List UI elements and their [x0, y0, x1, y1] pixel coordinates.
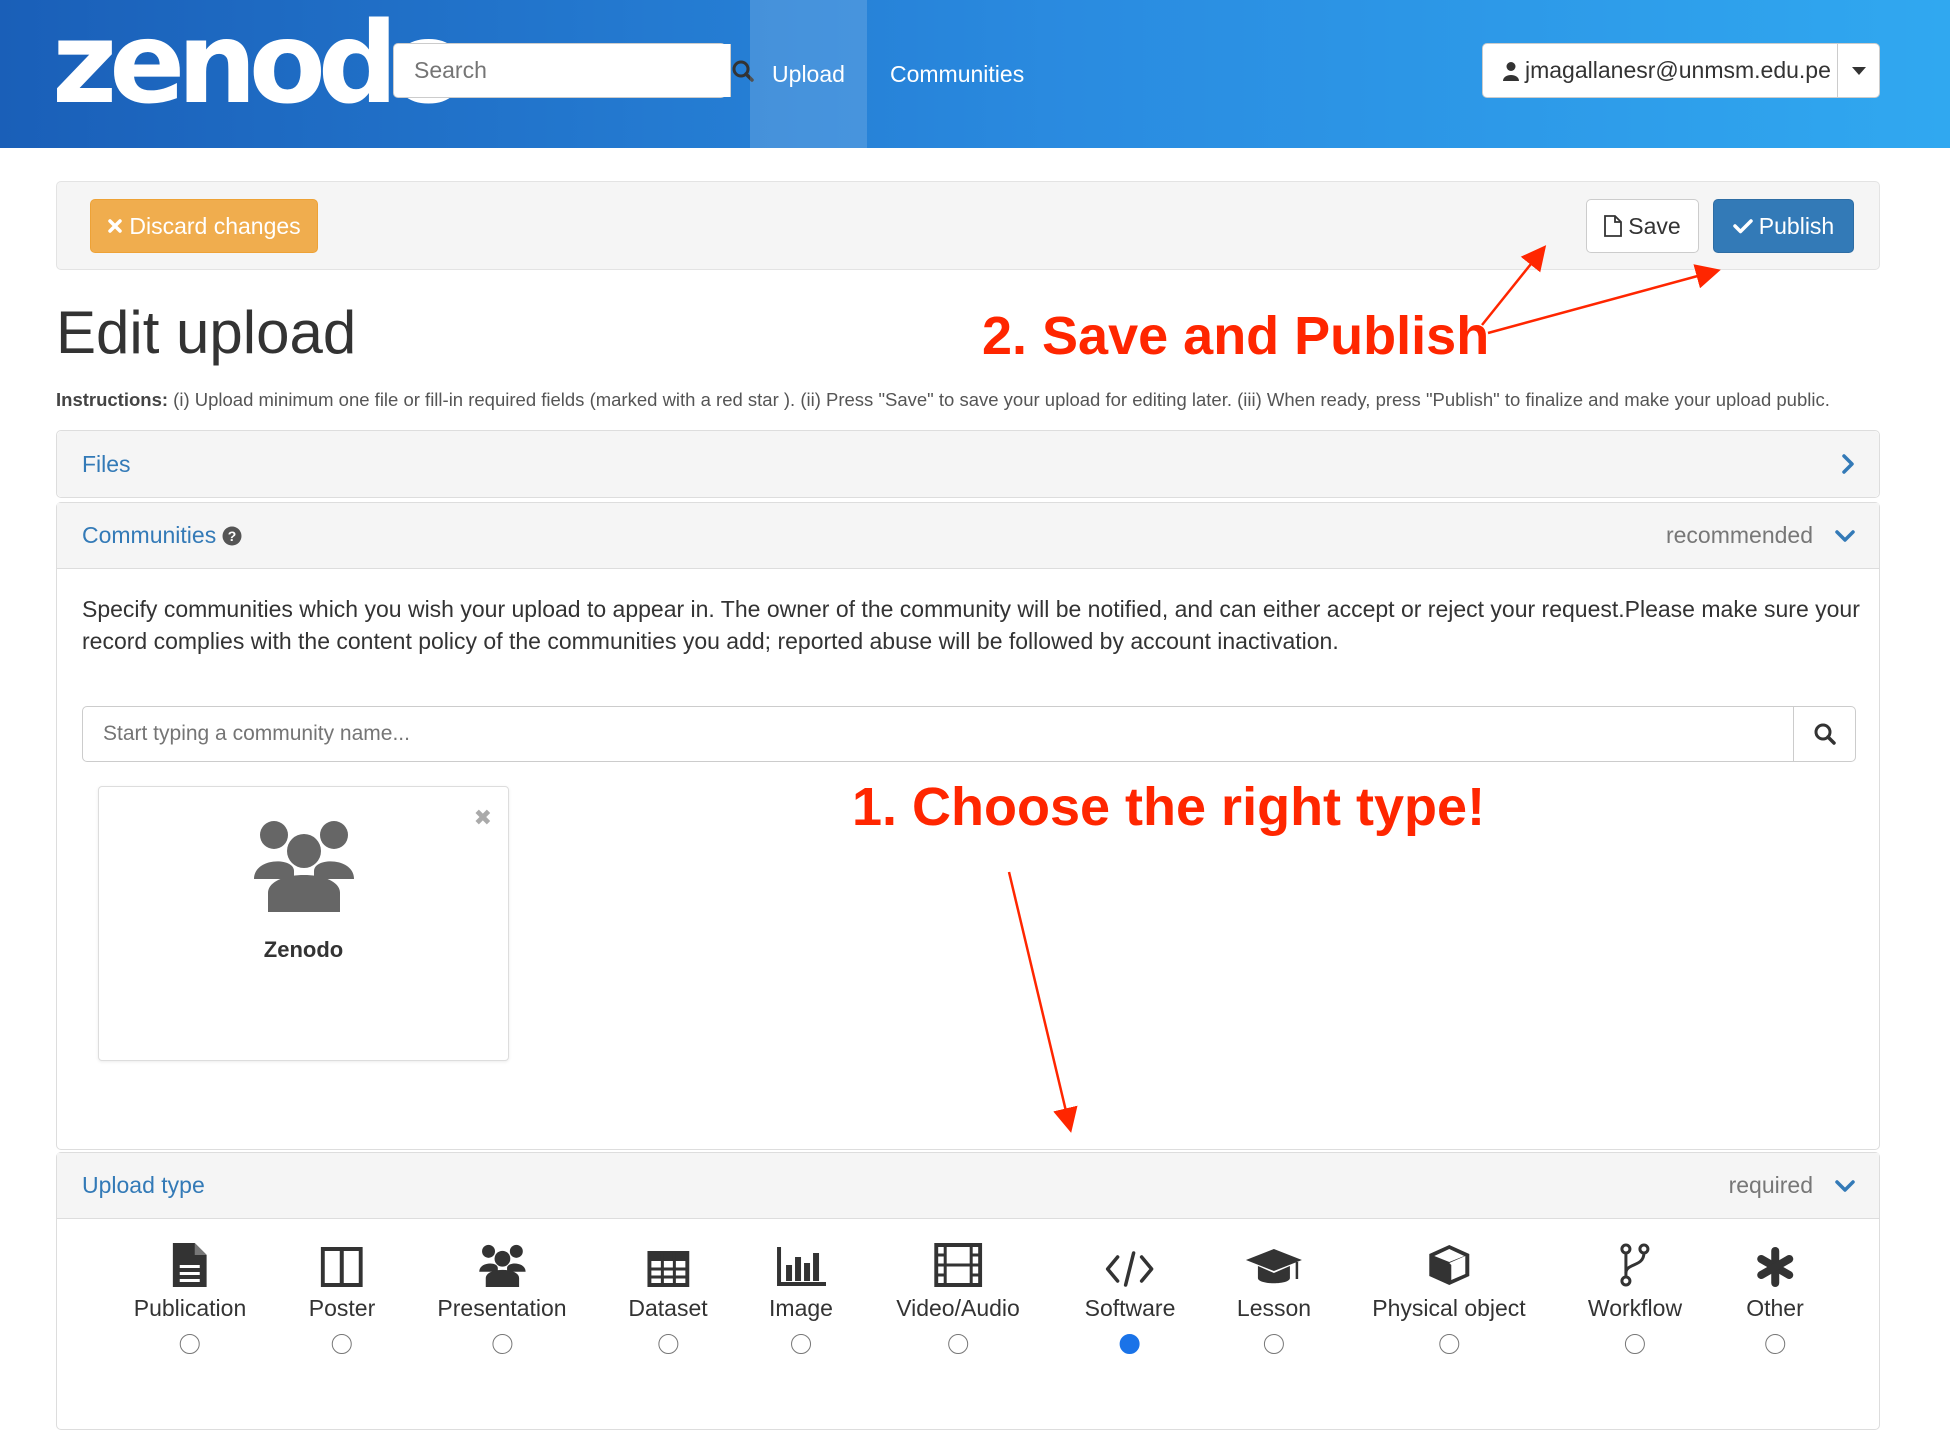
- type-option-physical-object[interactable]: Physical object: [1372, 1241, 1526, 1354]
- search-box: [393, 43, 754, 98]
- chevron-down-icon[interactable]: [1835, 529, 1855, 543]
- code-fork-icon: [1619, 1241, 1651, 1287]
- upload-type-status: required: [1728, 1172, 1813, 1198]
- type-radio[interactable]: [657, 1334, 678, 1354]
- table-icon: [646, 1241, 689, 1287]
- columns-icon: [320, 1241, 363, 1287]
- type-radio[interactable]: [1263, 1334, 1284, 1354]
- instructions: Instructions: (i) Upload minimum one fil…: [56, 389, 1830, 411]
- chevron-down-icon[interactable]: [1835, 1179, 1855, 1193]
- type-radio[interactable]: [1625, 1334, 1645, 1354]
- type-option-workflow[interactable]: Workflow: [1588, 1241, 1682, 1354]
- upload-type-options: Publication Poster Presentation Dataset …: [57, 1219, 1879, 1369]
- community-search-input[interactable]: [83, 707, 1793, 761]
- files-panel: Files: [56, 430, 1880, 498]
- user-menu-toggle[interactable]: [1837, 44, 1879, 97]
- type-option-image[interactable]: Image: [769, 1241, 833, 1354]
- type-option-presentation[interactable]: Presentation: [437, 1241, 567, 1354]
- code-icon: [1106, 1241, 1154, 1287]
- type-radio[interactable]: [180, 1334, 200, 1354]
- type-option-dataset[interactable]: Dataset: [628, 1241, 708, 1354]
- community-search-button[interactable]: [1793, 707, 1855, 761]
- type-radio[interactable]: [1765, 1334, 1785, 1354]
- film-icon: [934, 1241, 982, 1287]
- zenodo-logo[interactable]: zenodo: [52, 8, 467, 120]
- type-label: Presentation: [437, 1295, 567, 1321]
- type-label: Video/Audio: [896, 1295, 1020, 1321]
- type-label: Image: [769, 1295, 833, 1321]
- svg-text:?: ?: [228, 528, 237, 544]
- annotation-choose-type: 1. Choose the right type!: [852, 777, 1486, 837]
- type-radio-selected[interactable]: [1119, 1334, 1140, 1354]
- communities-panel-title[interactable]: Communities: [82, 522, 216, 549]
- publish-label: Publish: [1758, 212, 1835, 239]
- save-button[interactable]: Save: [1586, 199, 1699, 253]
- type-label: Publication: [133, 1295, 247, 1321]
- chevron-right-icon[interactable]: [1841, 454, 1855, 474]
- type-radio[interactable]: [791, 1334, 811, 1354]
- type-option-publication[interactable]: Publication: [133, 1241, 247, 1354]
- search-input[interactable]: [394, 44, 730, 97]
- user-menu-label[interactable]: jmagallanesr@unmsm.edu.pe: [1483, 44, 1837, 97]
- discard-changes-button[interactable]: Discard changes: [90, 199, 318, 253]
- type-radio[interactable]: [948, 1334, 968, 1354]
- bar-chart-icon: [776, 1241, 826, 1287]
- type-option-video-audio[interactable]: Video/Audio: [896, 1241, 1020, 1354]
- type-option-poster[interactable]: Poster: [309, 1241, 375, 1354]
- group-icon: [477, 1241, 527, 1287]
- instructions-label: Instructions:: [56, 389, 169, 410]
- upload-type-panel-header[interactable]: Upload type required: [57, 1153, 1879, 1219]
- remove-community-icon[interactable]: ✖: [474, 805, 492, 831]
- caret-down-icon: [1851, 66, 1866, 75]
- save-label: Save: [1628, 212, 1681, 239]
- type-label: Physical object: [1372, 1295, 1526, 1321]
- asterisk-icon: [1755, 1241, 1795, 1287]
- nav-upload[interactable]: Upload: [750, 0, 867, 148]
- discard-label: Discard changes: [129, 212, 301, 239]
- communities-status: recommended: [1665, 522, 1813, 548]
- type-option-other[interactable]: Other: [1746, 1241, 1804, 1354]
- search-icon: [1814, 723, 1836, 745]
- type-label: Dataset: [628, 1295, 708, 1321]
- navbar: zenodo Upload Communities jmagallanesr@u…: [0, 0, 1950, 148]
- file-text-icon: [173, 1241, 207, 1287]
- close-icon: [108, 219, 123, 233]
- nav-communities[interactable]: Communities: [890, 0, 1024, 148]
- type-radio[interactable]: [491, 1334, 512, 1354]
- group-icon: [254, 817, 354, 917]
- type-label: Lesson: [1236, 1295, 1312, 1321]
- files-panel-title[interactable]: Files: [82, 451, 131, 478]
- community-search: [82, 706, 1856, 762]
- type-label: Software: [1084, 1295, 1176, 1321]
- type-radio[interactable]: [1438, 1334, 1459, 1354]
- annotation-save-publish: 2. Save and Publish: [982, 306, 1490, 366]
- instructions-text: (i) Upload minimum one file or fill-in r…: [168, 389, 1830, 410]
- upload-type-panel: Upload type required Publication Poster …: [56, 1152, 1880, 1430]
- communities-panel-header[interactable]: Communities ? recommended: [57, 503, 1879, 569]
- type-radio[interactable]: [331, 1334, 352, 1354]
- check-icon: [1733, 219, 1753, 234]
- type-label: Poster: [308, 1295, 376, 1321]
- graduation-cap-icon: [1245, 1241, 1303, 1287]
- type-label: Other: [1746, 1295, 1804, 1321]
- cube-icon: [1427, 1241, 1471, 1287]
- user-menu[interactable]: jmagallanesr@unmsm.edu.pe: [1482, 43, 1880, 98]
- community-card: ✖ Zenodo: [98, 786, 509, 1061]
- arrow-to-publish: [1487, 264, 1721, 335]
- type-option-software[interactable]: Software: [1084, 1241, 1176, 1354]
- question-circle-icon[interactable]: ?: [222, 526, 242, 546]
- user-icon: [1503, 61, 1519, 81]
- type-label: Workflow: [1587, 1295, 1683, 1321]
- page-title: Edit upload: [56, 299, 357, 366]
- files-panel-header[interactable]: Files: [57, 431, 1879, 497]
- action-bar: Discard changes Save Publish: [56, 181, 1880, 270]
- file-icon: [1604, 215, 1623, 237]
- type-option-lesson[interactable]: Lesson: [1237, 1241, 1311, 1354]
- user-email: jmagallanesr@unmsm.edu.pe: [1525, 57, 1831, 83]
- communities-description: Specify communities which you wish your …: [82, 596, 1860, 654]
- upload-type-panel-title[interactable]: Upload type: [82, 1172, 205, 1199]
- publish-button[interactable]: Publish: [1713, 199, 1854, 253]
- community-name: Zenodo: [263, 937, 344, 962]
